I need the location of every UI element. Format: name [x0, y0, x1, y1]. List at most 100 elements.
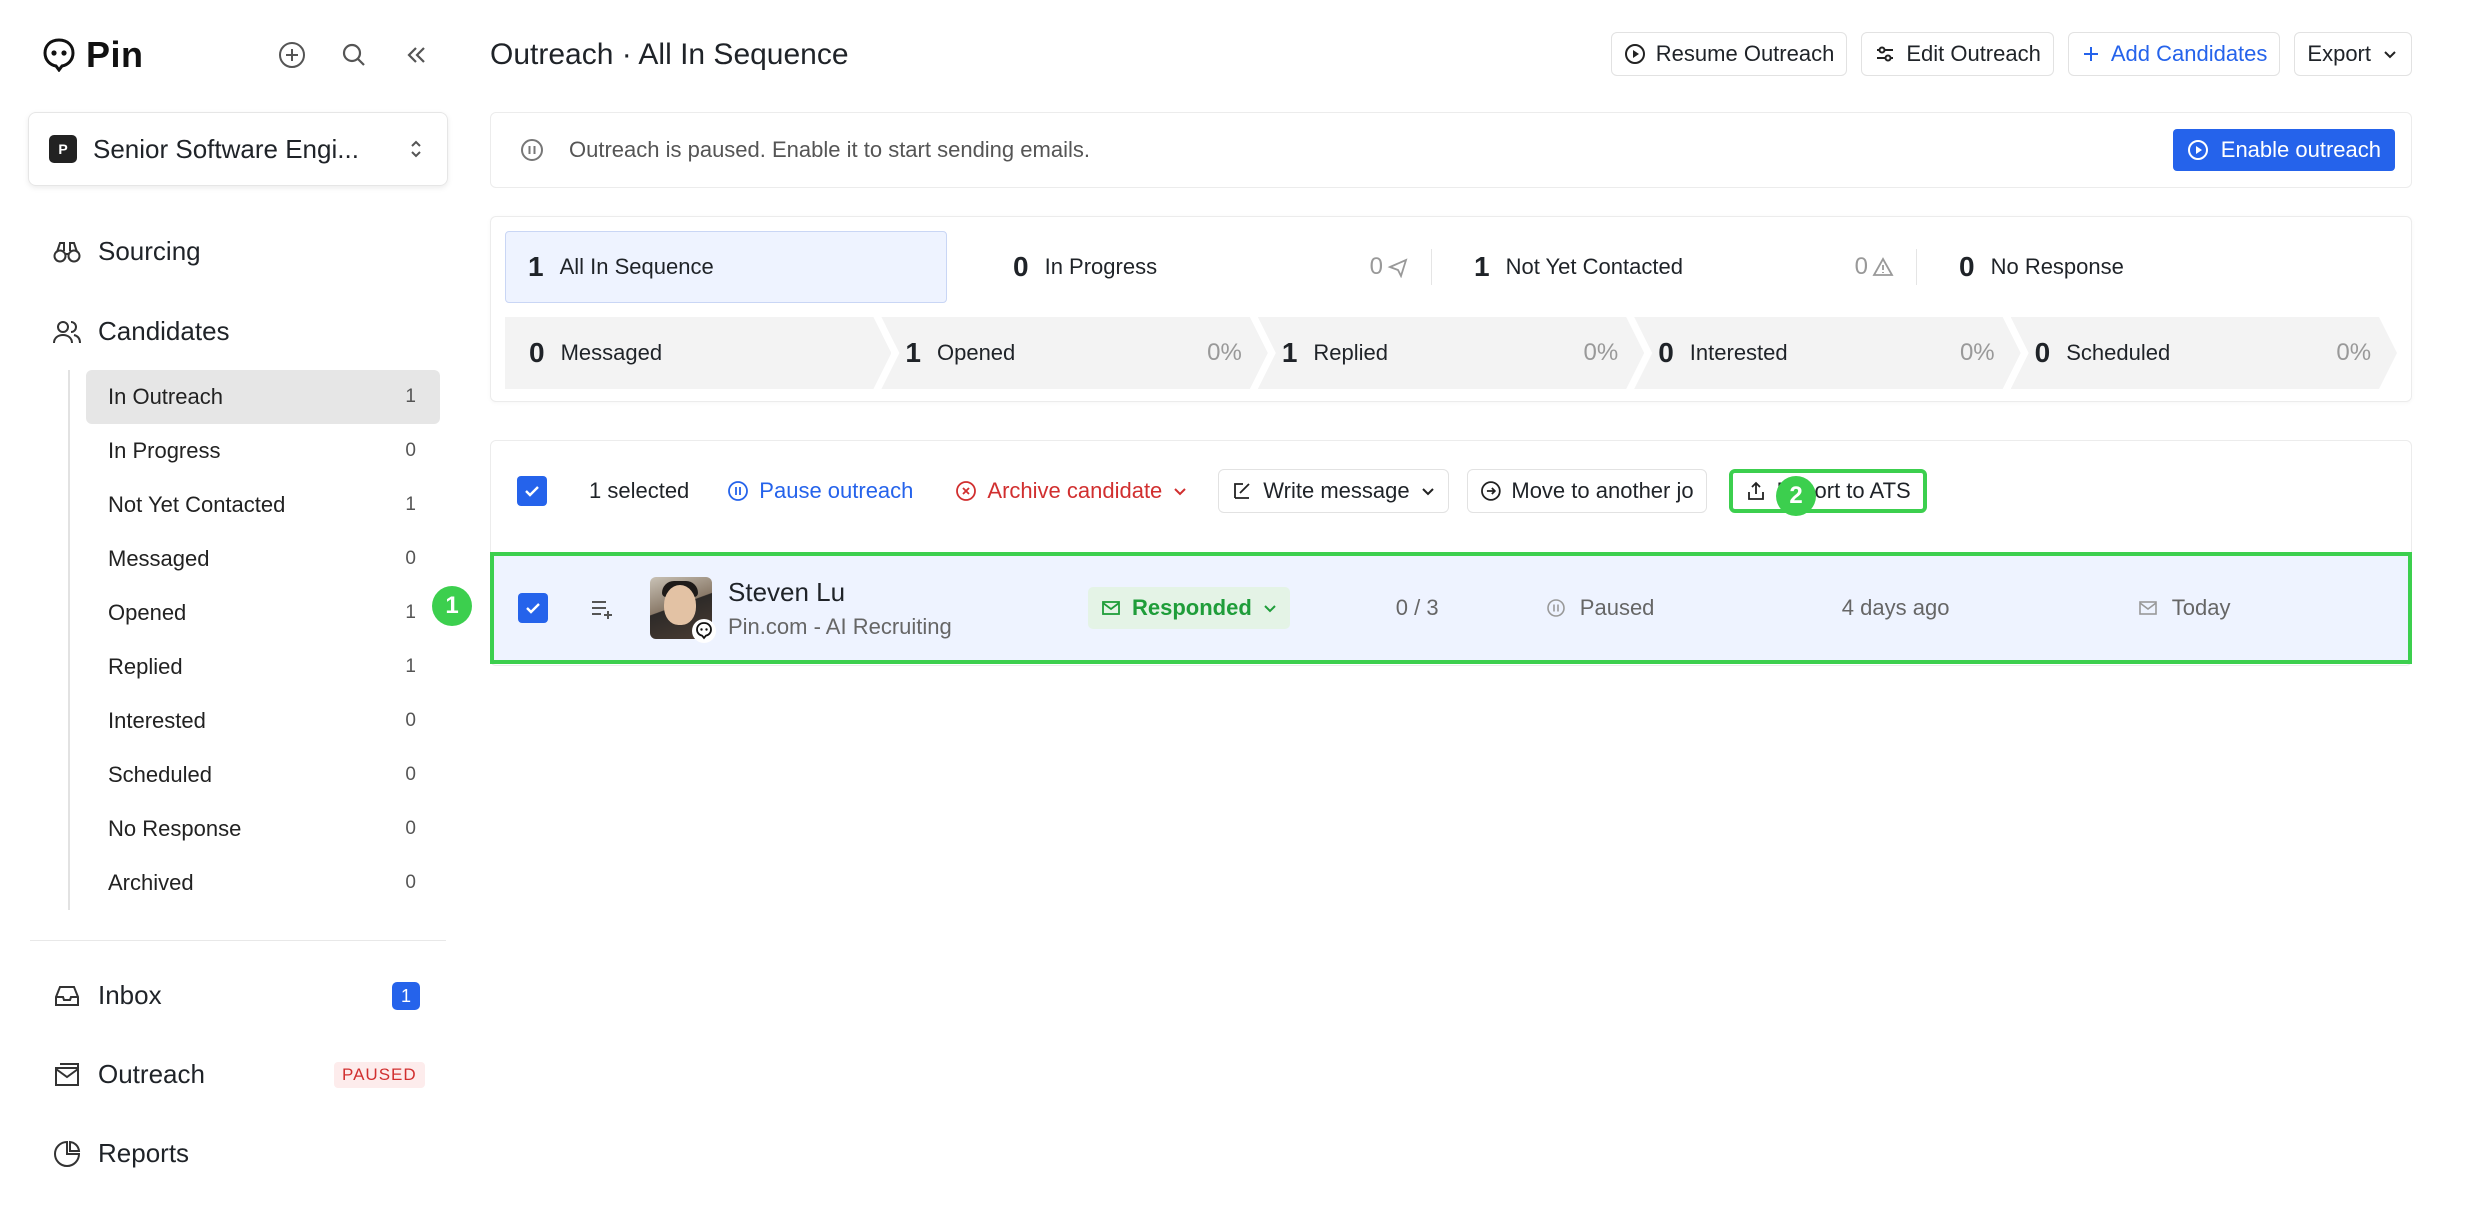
subnav-label: In Progress — [108, 438, 221, 463]
add-candidates-button[interactable]: Add Candidates — [2067, 32, 2281, 76]
collapse-sidebar-icon[interactable] — [399, 38, 433, 72]
binoculars-icon — [53, 241, 81, 262]
step-marker-2: 2 — [1776, 476, 1816, 516]
bulk-actions-toolbar: 1 selected Pause outreach Archive candid… — [491, 463, 2411, 519]
funnel-count: 0 — [1658, 337, 1674, 368]
tab-in-progress[interactable]: 0 In Progress 0 — [947, 231, 1431, 303]
subnav-count: 0 — [405, 872, 416, 893]
nav-sourcing[interactable]: Sourcing — [52, 236, 201, 267]
subnav-label: No Response — [108, 816, 242, 841]
arrow-right-circle-icon — [1480, 481, 1501, 501]
funnel-percent: 0% — [1207, 339, 1242, 366]
subnav-count: 1 — [405, 386, 416, 407]
funnel-step-opened[interactable]: 1 Opened 0% — [881, 317, 1267, 389]
edit-outreach-button[interactable]: Edit Outreach — [1861, 32, 2054, 76]
steps-progress: 0 / 3 — [1395, 595, 1439, 620]
enable-outreach-label: Enable outreach — [2220, 137, 2381, 162]
edit-icon — [1234, 483, 1250, 499]
subnav-item-in-progress[interactable]: In Progress 0 — [86, 424, 440, 478]
users-icon — [53, 320, 81, 343]
status-dropdown[interactable]: Responded — [1088, 587, 1290, 629]
export-label: Export — [2307, 41, 2371, 66]
stat-label: No Response — [1990, 254, 2124, 279]
check-icon — [525, 486, 539, 497]
subnav-label: Not Yet Contacted — [108, 492, 286, 517]
subnav-count: 1 — [405, 602, 416, 623]
subnav-count: 0 — [405, 818, 416, 839]
stat-label: All In Sequence — [559, 254, 714, 279]
resume-outreach-label: Resume Outreach — [1655, 41, 1835, 66]
chevron-up-down-icon — [411, 140, 421, 158]
subnav-label: Messaged — [108, 546, 210, 571]
pie-chart-icon — [54, 1140, 81, 1167]
subnav-item-not-yet-contacted[interactable]: Not Yet Contacted 1 — [86, 478, 440, 532]
subnav-item-in-outreach[interactable]: In Outreach 1 — [86, 370, 440, 424]
subnav-item-archived[interactable]: Archived 0 — [86, 856, 440, 910]
enable-outreach-button[interactable]: Enable outreach — [2172, 129, 2395, 171]
subnav-label: Replied — [108, 654, 183, 679]
nav-candidates[interactable]: Candidates — [52, 316, 230, 347]
subnav-label: Archived — [108, 870, 194, 895]
x-circle-icon — [956, 481, 977, 501]
logo[interactable]: Pin — [42, 34, 144, 76]
subnav-count: 1 — [405, 494, 416, 515]
search-icon[interactable] — [337, 38, 371, 72]
funnel-percent: 0% — [2336, 339, 2372, 366]
pin-chat-icon — [692, 619, 716, 643]
add-to-list-icon[interactable] — [588, 594, 616, 622]
added-date: 4 days ago — [1841, 595, 1950, 620]
move-to-another-job-button[interactable]: Move to another jo — [1466, 469, 1707, 513]
app-name: Pin — [86, 34, 144, 75]
funnel-step-messaged[interactable]: 0 Messaged — [505, 317, 891, 389]
funnel-label: Opened — [936, 340, 1016, 365]
status-label: Responded — [1132, 595, 1252, 620]
warning-icon — [1872, 257, 1894, 276]
subnav-item-interested[interactable]: Interested 0 — [86, 694, 440, 748]
funnel-count: 0 — [529, 337, 545, 368]
candidate-name[interactable]: Steven Lu — [728, 577, 1088, 608]
resume-outreach-button[interactable]: Resume Outreach — [1610, 32, 1848, 76]
selected-count: 1 selected — [589, 478, 690, 503]
sidebar-divider — [30, 940, 446, 941]
nav-reports-label: Reports — [98, 1138, 190, 1168]
write-message-button[interactable]: Write message — [1218, 469, 1449, 513]
funnel-count: 0 — [2034, 337, 2051, 368]
funnel-step-interested[interactable]: 0 Interested 0% — [1634, 317, 2020, 389]
tab-all-in-sequence[interactable]: 1 All In Sequence — [505, 231, 947, 303]
avatar[interactable] — [650, 577, 716, 643]
pause-outreach-button[interactable]: Pause outreach — [715, 469, 925, 513]
funnel-step-replied[interactable]: 1 Replied 0% — [1258, 317, 1644, 389]
subnav-item-replied[interactable]: Replied 1 — [86, 640, 440, 694]
stats-panel: 1 All In Sequence 0 In Progress 0 1 Not … — [490, 216, 2412, 402]
subnav-item-no-response[interactable]: No Response 0 — [86, 802, 440, 856]
inbox-count-badge: 1 — [392, 982, 420, 1010]
job-selector[interactable]: P Senior Software Engi... — [28, 112, 448, 186]
select-all-checkbox[interactable] — [517, 476, 547, 506]
avatar-face — [664, 585, 696, 625]
tab-not-yet-contacted[interactable]: 1 Not Yet Contacted 0 — [1432, 231, 1916, 303]
add-circle-icon[interactable] — [275, 38, 309, 72]
subnav-item-messaged[interactable]: Messaged 0 — [86, 532, 440, 586]
subnav-item-opened[interactable]: Opened 1 — [86, 586, 440, 640]
send-icon — [1387, 258, 1408, 278]
row-checkbox[interactable] — [518, 593, 548, 623]
pause-circle-icon — [1546, 599, 1565, 617]
export-dropdown-button[interactable]: Export — [2294, 32, 2412, 76]
nav-reports[interactable]: Reports — [52, 1138, 189, 1169]
funnel-step-scheduled[interactable]: 0 Scheduled 0% — [2011, 317, 2397, 389]
candidate-company: Pin.com - AI Recruiting — [728, 613, 952, 639]
page-title: Outreach · All In Sequence — [490, 38, 849, 71]
subnav-count: 0 — [405, 548, 416, 569]
archive-candidate-button[interactable]: Archive candidate — [943, 469, 1200, 513]
funnel-label: Replied — [1313, 340, 1388, 365]
table-row[interactable]: Steven Lu Pin.com - AI Recruiting Respon… — [490, 552, 2412, 664]
subnav-item-scheduled[interactable]: Scheduled 0 — [86, 748, 440, 802]
play-circle-icon — [2187, 140, 2208, 160]
sliders-icon — [1877, 46, 1894, 62]
nav-inbox[interactable]: Inbox — [52, 980, 162, 1011]
tab-no-response[interactable]: 0 No Response — [1917, 231, 2146, 303]
nav-outreach[interactable]: Outreach — [52, 1059, 205, 1090]
nav-inbox-label: Inbox — [98, 980, 162, 1010]
subnav-label: In Outreach — [108, 384, 223, 409]
export-to-ats-button[interactable]: Export to ATS — [1728, 469, 1927, 513]
